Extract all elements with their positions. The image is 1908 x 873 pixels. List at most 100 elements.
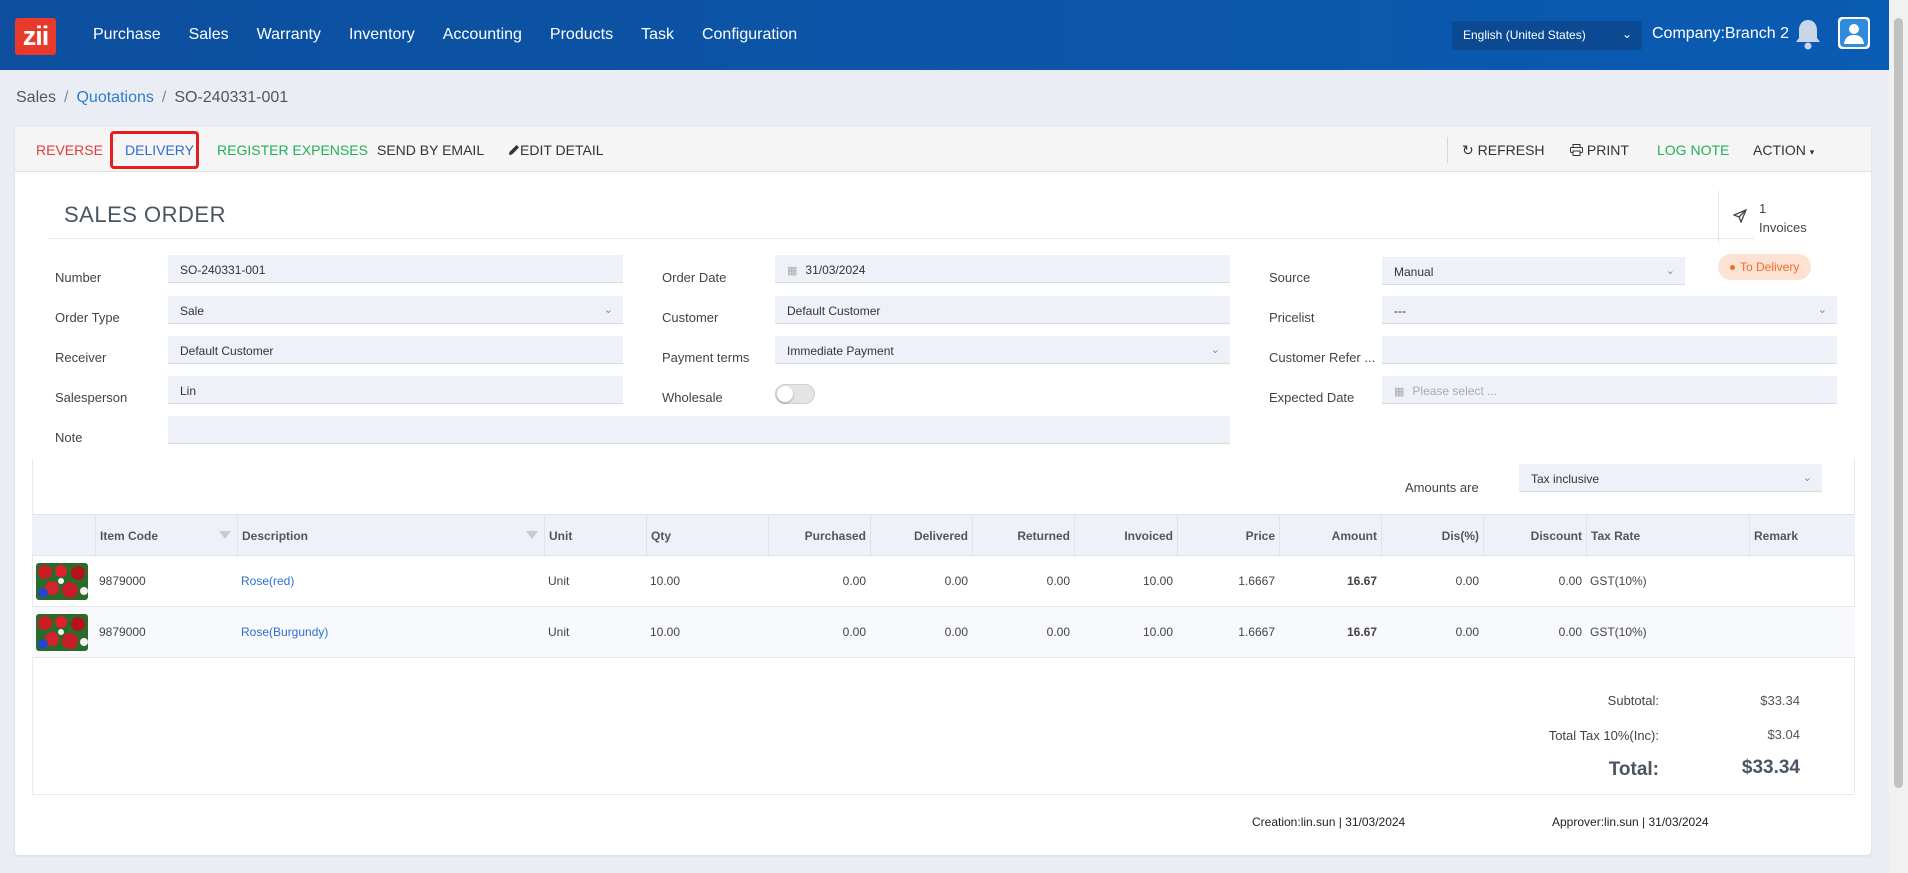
print-label: PRINT — [1586, 142, 1629, 158]
cell-description-link[interactable]: Rose(red) — [237, 556, 298, 607]
pricelist-select[interactable]: --- ⌄ — [1382, 296, 1837, 324]
order-date-label: Order Date — [662, 270, 727, 285]
cell-price[interactable]: 1.6667 — [1177, 556, 1279, 607]
nav-sales[interactable]: Sales — [189, 26, 229, 44]
th-remark[interactable]: Remark — [1749, 515, 1855, 557]
salesperson-value: Lin — [180, 384, 197, 398]
breadcrumb: Sales / Quotations / SO-240331-001 — [16, 89, 288, 107]
nav-inventory[interactable]: Inventory — [349, 26, 415, 44]
expected-date-field[interactable]: ▦ Please select ... — [1382, 376, 1837, 404]
cell-remark[interactable] — [1749, 556, 1757, 607]
breadcrumb-sales[interactable]: Sales — [16, 89, 56, 106]
breadcrumb-quotations[interactable]: Quotations — [76, 89, 153, 106]
scrollbar-thumb[interactable] — [1894, 18, 1903, 788]
receiver-label: Receiver — [55, 350, 107, 365]
page-title: SALES ORDER — [64, 202, 226, 227]
company-label[interactable]: Company:Branch 2 — [1652, 25, 1789, 43]
cell-dis-percent[interactable]: 0.00 — [1381, 556, 1483, 607]
breadcrumb-separator: / — [161, 89, 167, 106]
cell-amount: 16.67 — [1346, 574, 1377, 588]
cell-price[interactable]: 1.6667 — [1177, 607, 1279, 658]
breadcrumb-separator: / — [64, 89, 69, 106]
status-text: To Delivery — [1740, 260, 1800, 274]
cell-qty[interactable]: 10.00 — [646, 556, 684, 607]
order-date-value: 31/03/2024 — [805, 263, 866, 277]
source-select[interactable]: Manual ⌄ — [1382, 257, 1685, 285]
product-image[interactable] — [36, 614, 88, 651]
payment-terms-select[interactable]: Immediate Payment ⌄ — [775, 336, 1230, 364]
th-unit[interactable]: Unit — [544, 515, 646, 557]
approver-info: Approver:lin.sun | 31/03/2024 — [1552, 815, 1709, 829]
cell-discount[interactable]: 0.00 — [1483, 607, 1586, 658]
table-header: Item Code Description Unit Qty Purchased… — [32, 514, 1855, 557]
print-button[interactable]: PRINT — [1570, 142, 1629, 158]
refresh-button[interactable]: ↻ REFRESH — [1462, 142, 1545, 159]
cell-qty[interactable]: 10.00 — [646, 607, 684, 658]
action-dropdown[interactable]: ACTION ▾ — [1753, 142, 1814, 158]
filter-icon[interactable] — [526, 531, 538, 539]
customer-field[interactable]: Default Customer — [775, 296, 1230, 324]
reverse-button[interactable]: REVERSE — [36, 142, 103, 158]
th-delivered[interactable]: Delivered — [870, 515, 972, 557]
cell-discount[interactable]: 0.00 — [1483, 556, 1586, 607]
number-field[interactable]: SO-240331-001 — [168, 255, 623, 283]
salesperson-field[interactable]: Lin — [168, 376, 623, 404]
cell-purchased: 0.00 — [842, 625, 866, 639]
send-by-email-button[interactable]: SEND BY EMAIL — [377, 142, 484, 158]
toggle-knob — [777, 386, 793, 402]
cell-description-link[interactable]: Rose(Burgundy) — [237, 607, 332, 658]
order-date-field[interactable]: ▦ 31/03/2024 — [775, 255, 1230, 283]
th-item-code[interactable]: Item Code — [95, 515, 237, 557]
log-note-button[interactable]: LOG NOTE — [1657, 142, 1729, 158]
cell-tax-rate[interactable]: GST(10%) — [1586, 607, 1651, 658]
receiver-field[interactable]: Default Customer — [168, 336, 623, 364]
order-type-value: Sale — [180, 304, 205, 318]
th-invoiced[interactable]: Invoiced — [1074, 515, 1177, 557]
table-row[interactable]: 9879000 Rose(Burgundy) Unit 10.00 0.00 0… — [32, 607, 1855, 658]
edit-detail-button[interactable]: EDIT DETAIL — [508, 142, 604, 158]
subtotal-label: Subtotal: — [1607, 693, 1659, 708]
tax-label: Total Tax 10%(Inc): — [1548, 728, 1659, 743]
th-tax-rate[interactable]: Tax Rate — [1586, 515, 1749, 557]
rose-image — [36, 614, 88, 651]
user-avatar[interactable] — [1838, 17, 1870, 49]
th-amount[interactable]: Amount — [1279, 515, 1381, 557]
filter-icon[interactable] — [219, 531, 231, 539]
number-label: Number — [55, 270, 102, 285]
order-type-select[interactable]: Sale ⌄ — [168, 296, 623, 324]
page-scrollbar[interactable] — [1889, 0, 1908, 873]
amounts-select[interactable]: Tax inclusive ⌄ — [1519, 464, 1822, 492]
customer-ref-field[interactable] — [1382, 336, 1837, 364]
nav-configuration[interactable]: Configuration — [702, 26, 797, 44]
nav-warranty[interactable]: Warranty — [257, 26, 321, 44]
expected-date-label: Expected Date — [1269, 390, 1355, 405]
printer-icon — [1570, 144, 1583, 156]
note-field[interactable] — [168, 416, 1230, 444]
invoices-smart-button[interactable]: 1 Invoices — [1718, 191, 1816, 243]
nav-accounting[interactable]: Accounting — [443, 26, 522, 44]
cell-remark[interactable] — [1749, 607, 1757, 658]
cell-dis-percent[interactable]: 0.00 — [1381, 607, 1483, 658]
cell-tax-rate[interactable]: GST(10%) — [1586, 556, 1651, 607]
wholesale-toggle[interactable] — [775, 384, 815, 404]
app-logo[interactable]: zii — [15, 18, 56, 55]
bell-icon[interactable] — [1793, 17, 1823, 51]
th-returned[interactable]: Returned — [972, 515, 1074, 557]
th-dis-percent[interactable]: Dis(%) — [1381, 515, 1483, 557]
product-image[interactable] — [36, 563, 88, 600]
th-purchased[interactable]: Purchased — [768, 515, 870, 557]
th-price[interactable]: Price — [1177, 515, 1279, 557]
table-row[interactable]: 9879000 Rose(red) Unit 10.00 0.00 0.00 0… — [32, 556, 1855, 607]
delivery-button[interactable]: DELIVERY — [125, 142, 194, 158]
customer-value: Default Customer — [787, 304, 881, 318]
th-discount[interactable]: Discount — [1483, 515, 1586, 557]
nav-purchase[interactable]: Purchase — [93, 26, 161, 44]
toolbar-divider — [1447, 137, 1448, 163]
register-expenses-button[interactable]: REGISTER EXPENSES — [217, 142, 368, 158]
th-description[interactable]: Description — [237, 515, 544, 557]
nav-task[interactable]: Task — [641, 26, 674, 44]
nav-products[interactable]: Products — [550, 26, 613, 44]
amounts-label: Amounts are — [1405, 480, 1479, 495]
th-qty[interactable]: Qty — [646, 515, 768, 557]
language-select[interactable]: English (United States) ⌄ — [1452, 21, 1642, 50]
